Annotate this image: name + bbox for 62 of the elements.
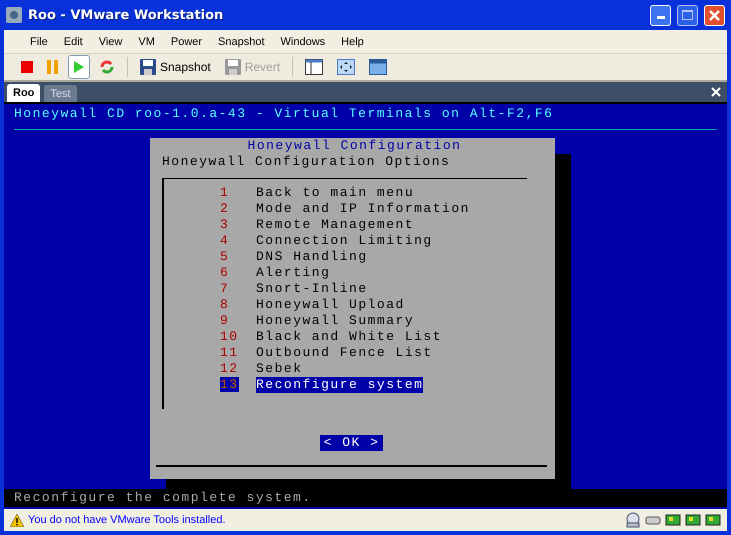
dialog-title: Honeywall Configuration [248,138,462,154]
tab[interactable]: Roo [7,84,40,102]
terminal-header: Honeywall CD roo-1.0.a-43 - Virtual Terminals on Alt-F2,F6 [13,105,554,122]
menu-item[interactable]: View [90,36,130,48]
menu-item[interactable]: Edit [56,36,91,48]
menu-option[interactable]: Mode and IP Information [256,201,470,217]
status-message: You do not have VMware Tools installed. [28,514,227,526]
play-button[interactable] [68,55,90,79]
network-card-icon[interactable] [685,512,701,528]
maximize-icon [682,10,693,20]
menu-item[interactable]: Snapshot [210,36,273,48]
menu-item[interactable]: Windows [272,36,334,48]
stop-icon [21,61,33,73]
cd-drive-icon[interactable] [625,512,641,528]
sidebar-icon [305,59,324,75]
item-number: 3 [220,217,230,232]
fullscreen-icon [337,59,356,75]
menu-item[interactable]: VM [130,36,163,48]
item-number: 11 [220,345,239,360]
maximize-button[interactable] [677,4,698,26]
warning-icon [10,514,24,526]
menu-option[interactable]: Honeywall Summary [256,313,414,329]
menu-item[interactable]: Help [333,36,372,48]
window-title: Roo - VMware Workstation [28,8,224,22]
menu-option[interactable]: Alerting [256,265,330,281]
ok-button[interactable]: < OK > [320,435,384,451]
menu-option[interactable]: Snort-Inline [256,281,368,297]
item-number: 9 [220,313,230,328]
menu-item[interactable]: Power [162,36,210,48]
item-number: 6 [220,265,230,280]
menu-option[interactable]: DNS Handling [256,249,368,265]
item-number: 2 [220,201,230,216]
item-number: 12 [220,361,239,376]
pause-icon [47,60,59,74]
close-icon [709,10,720,20]
item-number: 7 [220,281,230,296]
minimize-button[interactable] [650,4,671,26]
close-icon[interactable] [711,87,721,97]
dialog-subtitle: Honeywall Configuration Options [162,154,452,170]
window-icon [369,59,388,75]
app-icon [6,7,22,23]
menu-option[interactable]: Sebek [256,361,303,377]
menu-item[interactable]: File [22,36,56,48]
menu-option[interactable]: Connection Limiting [256,233,433,249]
item-number: 8 [220,297,230,312]
menu-option[interactable]: Black and White List [256,329,442,345]
item-number: 5 [220,249,230,264]
menu-option[interactable]: Outbound Fence List [256,345,433,361]
network-card-icon[interactable] [705,512,721,528]
toolbar-button[interactable]: Snapshot [135,55,216,79]
network-card-icon[interactable] [665,512,681,528]
item-number: 13 [220,377,239,392]
menu-option[interactable]: Reconfigure system [256,377,424,393]
menu-option[interactable]: Remote Management [256,217,414,233]
item-number: 10 [220,329,239,344]
close-button[interactable] [704,4,725,26]
refresh-icon [99,59,115,75]
menu-option[interactable]: Back to main menu [256,185,414,201]
play-icon [73,60,85,74]
item-number: 1 [220,185,230,200]
menu-option[interactable]: Honeywall Upload [256,297,405,313]
item-number: 4 [220,233,230,248]
